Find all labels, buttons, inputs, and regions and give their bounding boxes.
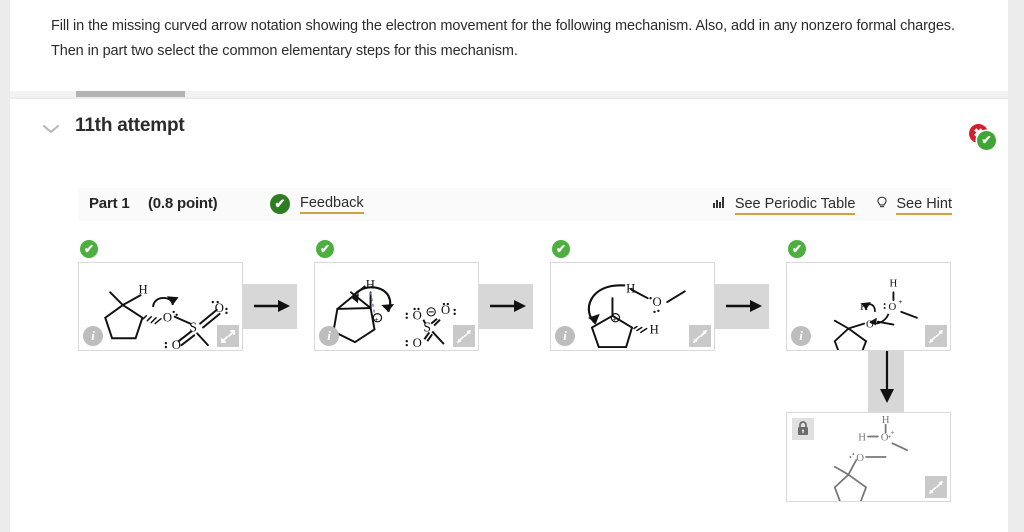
part-header-band: Part 1 (0.8 point) ✔ Feedback See Period… [78,188,952,221]
panel-5-label-H1: H [882,414,890,426]
panel-2-info-button[interactable]: i [319,326,339,346]
question-line-2: Then in part two select the common eleme… [51,43,518,59]
bar-chart-icon [713,196,726,214]
question-card: Fill in the missing curved arrow notatio… [10,0,1008,92]
panel-2-status-icon: ✔ [316,240,334,258]
panel-5-label-H2: H [858,431,866,443]
panel-1-label-S: S [189,319,197,334]
panel-2-label-H: H [366,277,375,291]
panel-5-expand-button[interactable] [925,476,947,498]
panel-4-label-H2: H [860,301,868,313]
panel-4-expand-button[interactable] [925,325,947,347]
panel-3-info-button[interactable]: i [555,326,575,346]
see-periodic-table-button[interactable]: See Periodic Table [713,195,856,215]
part-tools: See Periodic Table See Hint [697,195,952,217]
attempt-header: 11th attempt ✖ ✔ [10,107,1008,155]
molecule-panel-4[interactable]: H H O O + i [786,262,951,351]
panel-1-label-O1: O [163,311,172,325]
question-line-1: Fill in the missing curved arrow notatio… [51,18,955,34]
connector-arrow-3 [726,300,762,312]
svg-text:+: + [612,317,616,324]
connector-arrow-1 [254,300,290,312]
svg-text:+: + [898,299,902,306]
molecule-panel-3[interactable]: H O H + i [550,262,715,351]
panel-5-label-O2: O [856,452,864,464]
see-hint-button[interactable]: See Hint [876,195,952,215]
attempt-status-badges: ✖ ✔ [960,115,1004,150]
attempt-title: 11th attempt [75,115,185,136]
panel-4-label-H1: H [890,277,898,289]
panel-3-expand-button[interactable] [689,325,711,347]
panel-1-label-H: H [139,282,148,296]
panel-2-label-O2: O [441,303,450,317]
panel-4-info-button[interactable]: i [791,326,811,346]
attempt-card: 11th attempt ✖ ✔ Part 1 (0.8 point) ✔ Fe… [10,99,1008,532]
panel-1-expand-button[interactable] [217,325,239,347]
lightbulb-icon [876,196,888,215]
panel-3-label-H1: H [626,281,635,295]
feedback-link[interactable]: Feedback [300,195,364,214]
panel-1-label-O2: O [215,301,224,315]
panel-2-expand-button[interactable] [453,325,475,347]
chevron-down-icon[interactable] [40,119,62,141]
panel-3-label-O: O [653,295,662,309]
molecule-panel-5[interactable]: H H O O + [786,412,951,502]
screen-root: Fill in the missing curved arrow notatio… [0,0,1024,532]
part-points: (0.8 point) [148,195,218,212]
molecule-panel-1[interactable]: H O S O O i [78,262,243,351]
panel-1-label-O3: O [172,338,181,350]
panel-2-label-O1: O [413,309,422,323]
see-hint-label: See Hint [896,196,952,215]
part-title: Part 1 [89,195,130,212]
panel-5-label-O1: O [881,431,889,443]
connector-arrow-2 [490,300,526,312]
svg-text:+: + [891,430,895,437]
molecule-panel-2[interactable]: H O O S O + i [314,262,479,351]
panel-1-status-icon: ✔ [80,240,98,258]
connector-arrow-4 [880,351,894,403]
panel-4-label-O1: O [889,301,897,313]
panel-4-status-icon: ✔ [788,240,806,258]
panel-1-info-button[interactable]: i [83,326,103,346]
see-periodic-table-label: See Periodic Table [734,196,856,215]
panel-5-lock-icon[interactable] [792,418,814,440]
progress-fill [76,91,185,97]
progress-track[interactable] [10,91,1008,97]
panel-4-label-O2: O [866,319,874,331]
panel-3-label-H2: H [650,322,659,336]
panel-3-status-icon: ✔ [552,240,570,258]
status-badge-correct: ✔ [977,131,996,150]
feedback-check-icon: ✔ [270,194,290,214]
panel-2-label-O3: O [413,336,422,350]
svg-text:+: + [375,317,379,324]
